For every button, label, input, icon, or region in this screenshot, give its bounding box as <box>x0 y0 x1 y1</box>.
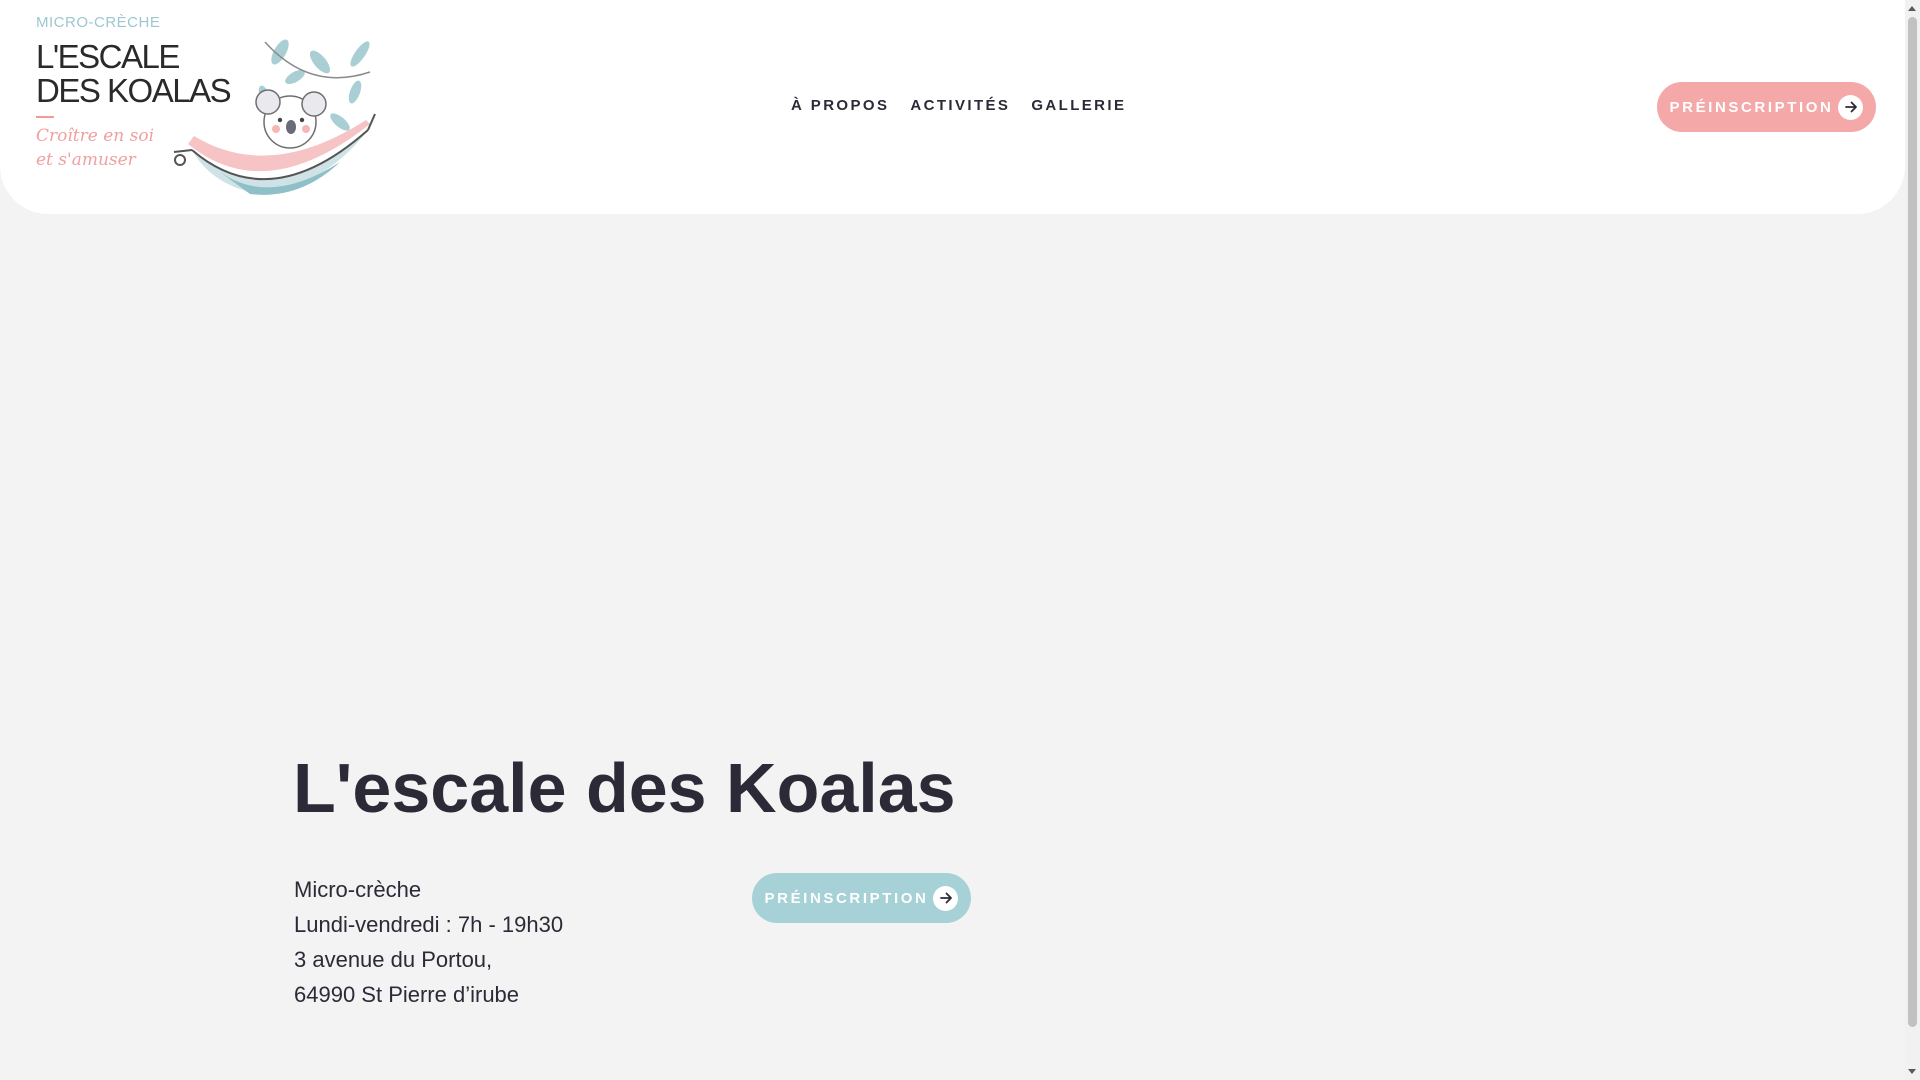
koala-hammock-illustration <box>173 39 376 195</box>
scroll-up-arrow-icon[interactable] <box>1908 6 1916 11</box>
info-line: Micro-crèche <box>294 877 422 902</box>
logo-tagline-2: et s'amuser <box>36 150 136 170</box>
hero-title: L'escale des Koalas <box>293 749 956 827</box>
hero-preinscription-button[interactable]: PRÉINSCRIPTION <box>752 873 971 923</box>
nav-item-gallerie[interactable]: GALLERIE <box>1031 97 1126 114</box>
vertical-scrollbar[interactable] <box>1905 0 1920 1080</box>
scroll-down-arrow-icon[interactable] <box>1908 1069 1916 1074</box>
logo[interactable]: MICRO-CRÈCHE L'ESCALE DES KOALAS Croître… <box>36 4 376 206</box>
scroll-thumb[interactable] <box>1908 17 1917 1027</box>
info-line: 3 avenue du Portou, <box>294 947 493 972</box>
logo-tagline-1: Croître en soi <box>36 126 155 146</box>
header-preinscription-label: PRÉINSCRIPTION <box>1669 98 1834 116</box>
logo-divider <box>36 116 54 118</box>
logo-line-1: L'ESCALE <box>36 38 180 75</box>
logo-small-text: MICRO-CRÈCHE <box>36 14 161 31</box>
hero-info: Micro-crèche Lundi-vendredi : 7h - 19h30… <box>294 872 563 1012</box>
header-preinscription-button[interactable]: PRÉINSCRIPTION <box>1657 82 1876 132</box>
nav-item-activites[interactable]: ACTIVITÉS <box>910 97 1010 114</box>
hero-preinscription-label: PRÉINSCRIPTION <box>764 889 929 907</box>
main-nav: À PROPOS ACTIVITÉS GALLERIE <box>791 97 1126 114</box>
arrow-right-icon <box>933 885 959 911</box>
nav-item-a-propos[interactable]: À PROPOS <box>791 97 889 114</box>
arrow-right-icon <box>1838 94 1864 120</box>
info-line: Lundi-vendredi : 7h - 19h30 <box>294 912 564 937</box>
site-header: MICRO-CRÈCHE L'ESCALE DES KOALAS Croître… <box>0 0 1905 214</box>
info-line: 64990 St Pierre d’irube <box>294 982 520 1007</box>
